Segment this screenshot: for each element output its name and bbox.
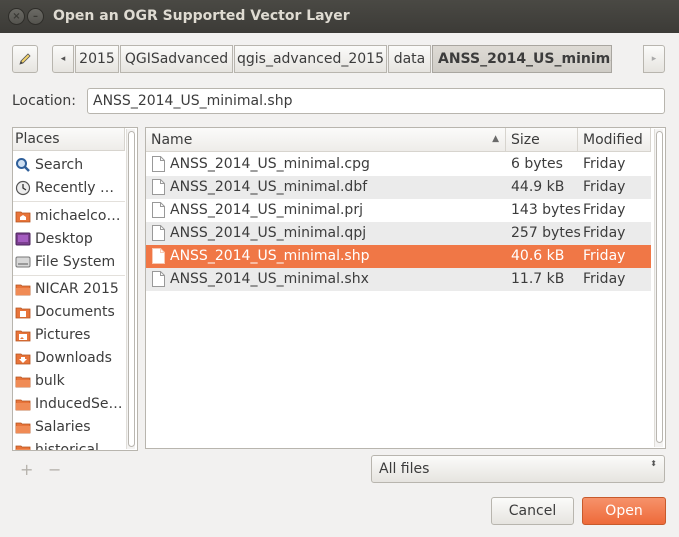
file-row[interactable]: ANSS_2014_US_minimal.dbf 44.9 kB Friday — [146, 176, 651, 199]
places-scroll-thumb[interactable] — [128, 131, 135, 447]
column-header-size[interactable]: Size — [506, 128, 578, 152]
minimize-icon: – — [33, 10, 38, 22]
place-inducedse[interactable]: InducedSe… — [13, 392, 125, 415]
places-separator — [13, 201, 125, 202]
text-file-icon — [152, 156, 165, 172]
file-name: ANSS_2014_US_minimal.dbf — [170, 179, 368, 195]
path-scroll-left-button[interactable]: ◂ — [52, 45, 74, 73]
add-bookmark-button[interactable]: + — [20, 460, 33, 479]
crumb-qgisadvanced[interactable]: QGISadvanced — [120, 45, 233, 73]
column-header-name[interactable]: Name ▲ — [146, 128, 506, 152]
type-location-button[interactable] — [12, 45, 38, 73]
file-type-filter-value: All files — [379, 461, 430, 477]
folder-icon — [15, 396, 31, 412]
file-size: 40.6 kB — [511, 248, 565, 264]
file-modified: Friday — [583, 156, 626, 172]
place-downloads[interactable]: Downloads — [13, 346, 125, 369]
file-type-filter[interactable]: All files ⬍ — [371, 455, 665, 483]
file-size: 257 bytes — [511, 225, 581, 241]
recent-icon — [15, 180, 31, 196]
window-title: Open an OGR Supported Vector Layer — [53, 8, 350, 24]
path-scroll-right-button[interactable]: ▸ — [643, 45, 665, 73]
chevron-left-icon: ◂ — [60, 54, 66, 64]
file-row-selected[interactable]: ANSS_2014_US_minimal.shp 40.6 kB Friday — [146, 245, 651, 268]
search-icon — [15, 157, 31, 173]
cancel-button[interactable]: Cancel — [491, 497, 574, 525]
file-name: ANSS_2014_US_minimal.shx — [170, 271, 369, 287]
file-row[interactable]: ANSS_2014_US_minimal.shx 11.7 kB Friday — [146, 268, 651, 291]
file-name: ANSS_2014_US_minimal.qpj — [170, 225, 367, 241]
folder-icon — [15, 281, 31, 297]
places-sidebar: Places Search Recently … michaelco… Desk… — [12, 127, 138, 451]
text-file-icon — [152, 248, 165, 264]
crumb-data[interactable]: data — [388, 45, 431, 73]
place-recently-used[interactable]: Recently … — [13, 176, 125, 199]
file-modified: Friday — [583, 179, 626, 195]
file-modified: Friday — [583, 225, 626, 241]
place-nicar-2015[interactable]: NICAR 2015 — [13, 277, 125, 300]
place-home[interactable]: michaelco… — [13, 204, 125, 227]
files-scrollbar[interactable] — [654, 129, 663, 447]
crumb-2015[interactable]: 2015 — [75, 45, 119, 73]
places-separator — [13, 275, 125, 276]
file-row[interactable]: ANSS_2014_US_minimal.cpg 6 bytes Friday — [146, 153, 651, 176]
file-size: 44.9 kB — [511, 179, 565, 195]
close-icon: × — [12, 10, 21, 22]
crumb-qgis-advanced-2015[interactable]: qgis_advanced_2015 — [234, 45, 387, 73]
place-bulk[interactable]: bulk — [13, 369, 125, 392]
downloads-folder-icon — [15, 350, 31, 366]
remove-bookmark-button[interactable]: − — [48, 460, 61, 479]
file-size: 6 bytes — [511, 156, 563, 172]
files-scroll-thumb[interactable] — [656, 131, 663, 443]
file-name: ANSS_2014_US_minimal.shp — [170, 248, 370, 264]
file-name: ANSS_2014_US_minimal.cpg — [170, 156, 370, 172]
minimize-window-button[interactable]: – — [27, 8, 44, 25]
text-file-icon — [152, 225, 165, 241]
file-name: ANSS_2014_US_minimal.prj — [170, 202, 363, 218]
text-file-icon — [152, 202, 165, 218]
file-row[interactable]: ANSS_2014_US_minimal.prj 143 bytes Frida… — [146, 199, 651, 222]
folder-icon — [15, 442, 31, 450]
title-bar: × – Open an OGR Supported Vector Layer — [0, 0, 679, 33]
file-modified: Friday — [583, 271, 626, 287]
open-button[interactable]: Open — [582, 497, 666, 525]
crumb-current-folder[interactable]: ANSS_2014_US_minimal — [432, 45, 612, 73]
file-row[interactable]: ANSS_2014_US_minimal.qpj 257 bytes Frida… — [146, 222, 651, 245]
text-file-icon — [152, 179, 165, 195]
desktop-icon — [15, 231, 31, 247]
place-desktop[interactable]: Desktop — [13, 227, 125, 250]
drive-icon — [15, 254, 31, 270]
file-list: Name ▲ Size Modified ANSS_2014_US_minima… — [145, 127, 666, 449]
place-search[interactable]: Search — [13, 153, 125, 176]
sort-ascending-icon: ▲ — [492, 134, 499, 144]
file-size: 143 bytes — [511, 202, 581, 218]
location-label: Location: — [12, 93, 76, 109]
column-header-modified[interactable]: Modified — [578, 128, 651, 152]
text-file-icon — [152, 271, 165, 287]
place-historical[interactable]: historical… — [13, 438, 125, 450]
chevron-right-icon: ▸ — [651, 54, 657, 64]
documents-folder-icon — [15, 304, 31, 320]
folder-icon — [15, 373, 31, 389]
location-input[interactable] — [87, 88, 665, 114]
pictures-folder-icon — [15, 327, 31, 343]
places-scrollbar[interactable] — [126, 129, 135, 449]
file-modified: Friday — [583, 248, 626, 264]
pencil-icon — [19, 53, 31, 65]
places-header[interactable]: Places — [13, 128, 125, 151]
up-down-arrows-icon: ⬍ — [650, 459, 657, 468]
place-documents[interactable]: Documents — [13, 300, 125, 323]
file-size: 11.7 kB — [511, 271, 565, 287]
place-salaries[interactable]: Salaries — [13, 415, 125, 438]
place-pictures[interactable]: Pictures — [13, 323, 125, 346]
file-modified: Friday — [583, 202, 626, 218]
close-window-button[interactable]: × — [8, 8, 25, 25]
home-folder-icon — [15, 208, 31, 224]
folder-icon — [15, 419, 31, 435]
place-file-system[interactable]: File System — [13, 250, 125, 273]
